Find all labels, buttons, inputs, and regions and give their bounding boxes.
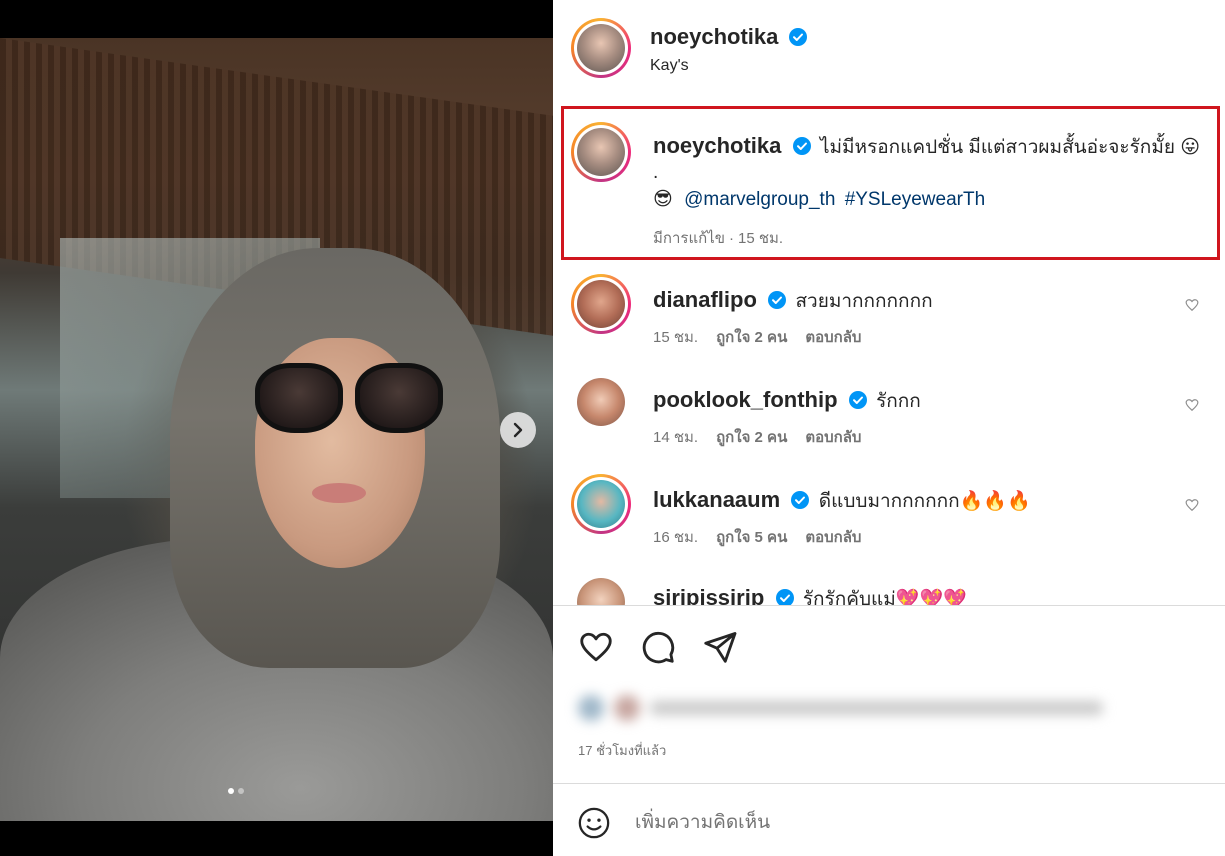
post-photo	[0, 38, 553, 821]
comment-meta: 16 ชม. ถูกใจ 5 คน ตอบกลับ	[653, 525, 861, 549]
comment-meta: 14 ชม. ถูกใจ 2 คน ตอบกลับ	[653, 425, 861, 449]
comment-likes[interactable]: ถูกใจ 5 คน	[716, 529, 787, 546]
share-button[interactable]	[701, 628, 739, 666]
verified-badge-icon	[848, 391, 867, 409]
reply-button[interactable]: ตอบกลับ	[805, 329, 861, 346]
heart-icon[interactable]	[1185, 498, 1199, 512]
avatar[interactable]	[571, 474, 631, 534]
comment-text: สวยมากกกกกกก	[795, 291, 933, 312]
avatar[interactable]	[571, 274, 631, 334]
comment-likes[interactable]: ถูกใจ 2 คน	[716, 329, 787, 346]
caption-meta: มีการแก้ไข · 15 ชม.	[653, 230, 784, 247]
avatar[interactable]	[571, 18, 631, 78]
heart-icon[interactable]	[1185, 298, 1199, 312]
comment-likes[interactable]: ถูกใจ 2 คน	[716, 429, 787, 446]
carousel-dot	[238, 788, 244, 794]
post-media	[0, 0, 553, 856]
comment-username[interactable]: lukkanaaum	[653, 487, 780, 512]
caption: noeychotika ไม่มีหรอกแคปชั่น มีแต่สาวผมส…	[653, 132, 1200, 162]
paper-plane-icon	[704, 632, 737, 663]
avatar[interactable]	[571, 122, 631, 182]
verified-badge-icon	[768, 291, 787, 309]
comments-list[interactable]: dianaflipo สวยมากกกกกกก 15 ชม. ถูกใจ 2 คน…	[553, 260, 1225, 605]
heart-icon	[580, 632, 612, 662]
hashtag-link[interactable]: #YSLeyewearTh	[845, 189, 985, 210]
liked-by-blurred	[578, 690, 1103, 726]
verified-badge-icon	[775, 589, 794, 605]
post-location[interactable]: Kay's	[650, 57, 689, 75]
comment-input[interactable]	[635, 806, 1195, 840]
comment-time[interactable]: 16 ชม.	[653, 529, 698, 546]
add-comment-bar	[553, 784, 1225, 856]
caption-dot: .	[653, 162, 659, 183]
verified-badge-icon	[792, 137, 811, 155]
divider	[553, 605, 1225, 606]
mention-link[interactable]: @marvelgroup_th	[684, 189, 835, 210]
post-time-ago[interactable]: 17 ชั่วโมงที่แล้ว	[578, 740, 666, 761]
reply-button[interactable]: ตอบกลับ	[805, 529, 861, 546]
comment-meta: 15 ชม. ถูกใจ 2 คน ตอบกลับ	[653, 325, 861, 349]
next-slide-button[interactable]	[500, 412, 536, 448]
caption-time[interactable]: 15 ชม.	[738, 230, 783, 247]
post-details-panel: noeychotika Kay's noeychotika ไม่มีหรอกแ…	[553, 0, 1225, 856]
comment-bubble-icon	[642, 631, 675, 664]
like-button[interactable]	[577, 628, 615, 666]
caption-username[interactable]: noeychotika	[653, 133, 781, 158]
sunglasses-emoji: 😎	[653, 189, 673, 210]
comment-time[interactable]: 15 ชม.	[653, 329, 698, 346]
avatar[interactable]	[577, 578, 625, 605]
comment-username[interactable]: siripissirip	[653, 585, 764, 605]
reply-button[interactable]: ตอบกลับ	[805, 429, 861, 446]
comment-text: ดีแบบมากกกกกก🔥🔥🔥	[818, 491, 1031, 512]
comment-time[interactable]: 14 ชม.	[653, 429, 698, 446]
post-actions	[577, 628, 739, 666]
comment-text: รักกก	[876, 391, 921, 412]
chevron-right-icon	[513, 422, 523, 438]
caption-tags: 😎 @marvelgroup_th #YSLeyewearTh	[653, 188, 985, 211]
edited-label: มีการแก้ไข	[653, 230, 725, 247]
post-author-username[interactable]: noeychotika	[650, 24, 778, 49]
comment-text: รักรักคับแม่💖💖💖	[802, 589, 967, 605]
carousel-indicator	[228, 788, 244, 794]
avatar[interactable]	[577, 378, 625, 426]
carousel-dot-active	[228, 788, 234, 794]
post-header: noeychotika Kay's	[553, 0, 1225, 100]
heart-icon[interactable]	[1185, 398, 1199, 412]
comment-username[interactable]: dianaflipo	[653, 287, 757, 312]
emoji-icon[interactable]	[577, 806, 611, 840]
verified-badge-icon	[788, 28, 807, 46]
comment-username[interactable]: pooklook_fonthip	[653, 387, 838, 412]
caption-text: ไม่มีหรอกแคปชั่น มีแต่สาวผมสั้นอ่ะจะรักม…	[819, 137, 1201, 158]
verified-badge-icon	[791, 491, 810, 509]
comment-button[interactable]	[639, 628, 677, 666]
